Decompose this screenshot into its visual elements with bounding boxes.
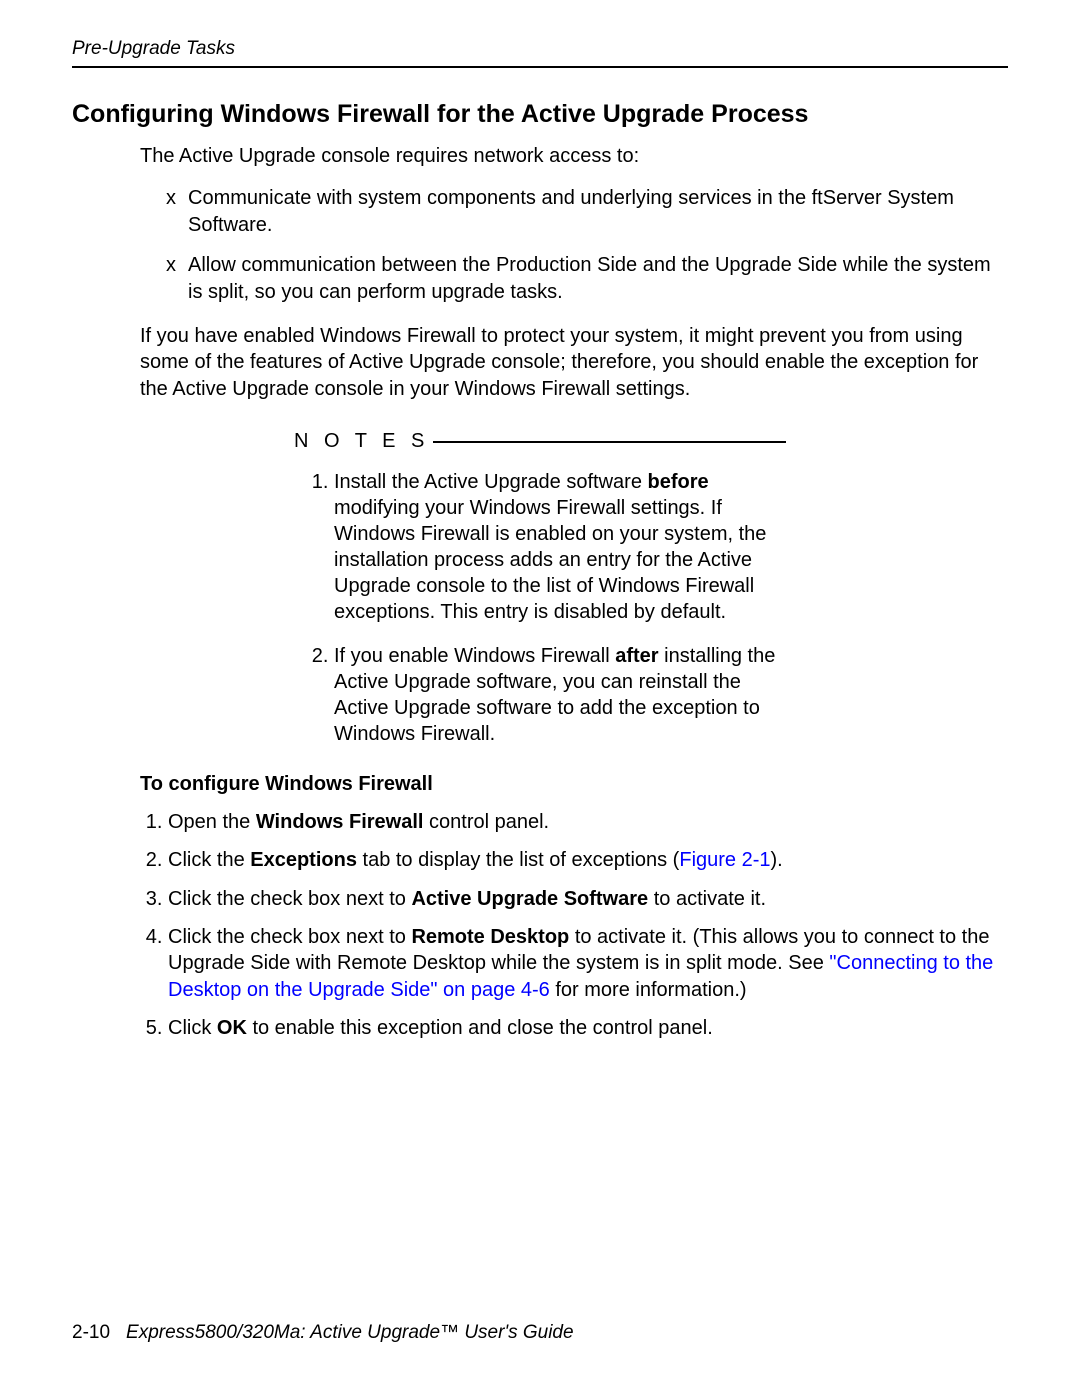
step-item: Open the Windows Firewall control panel. bbox=[168, 809, 1008, 835]
doc-title: Express5800/320Ma: Active Upgrade™ User'… bbox=[126, 1322, 574, 1343]
page-number: 2-10 bbox=[72, 1322, 110, 1343]
step-text: Click the check box next to bbox=[168, 888, 411, 910]
step-bold: Active Upgrade Software bbox=[411, 888, 648, 910]
step-text: Open the bbox=[168, 811, 256, 833]
step-text: control panel. bbox=[423, 811, 549, 833]
note-text: If you enable Windows Firewall bbox=[334, 645, 615, 667]
step-bold: Remote Desktop bbox=[411, 926, 569, 948]
firewall-paragraph: If you have enabled Windows Firewall to … bbox=[140, 323, 1008, 402]
notes-list: Install the Active Upgrade software befo… bbox=[298, 469, 786, 747]
intro-text: The Active Upgrade console requires netw… bbox=[140, 143, 1008, 169]
note-text: modifying your Windows Firewall settings… bbox=[334, 497, 766, 623]
step-text: to activate it. bbox=[648, 888, 766, 910]
notes-label: N O T E S bbox=[294, 428, 433, 454]
bullet-text: Allow communication between the Producti… bbox=[188, 254, 991, 302]
step-item: Click OK to enable this exception and cl… bbox=[168, 1015, 1008, 1041]
step-item: Click the check box next to Remote Deskt… bbox=[168, 924, 1008, 1003]
bullet-text: Communicate with system components and u… bbox=[188, 187, 954, 235]
notes-header: N O T E S bbox=[294, 428, 786, 454]
bullet-item: x Communicate with system components and… bbox=[166, 185, 1008, 238]
section-heading: Configuring Windows Firewall for the Act… bbox=[72, 100, 1008, 129]
figure-link[interactable]: Figure 2-1 bbox=[679, 849, 770, 871]
step-text: Click the bbox=[168, 849, 250, 871]
step-text: for more information.) bbox=[550, 979, 747, 1001]
note-bold: after bbox=[615, 645, 658, 667]
steps-list: Open the Windows Firewall control panel.… bbox=[140, 809, 1008, 1042]
bullet-icon: x bbox=[166, 252, 176, 278]
step-bold: Windows Firewall bbox=[256, 811, 424, 833]
note-text: Install the Active Upgrade software bbox=[334, 471, 648, 493]
step-item: Click the check box next to Active Upgra… bbox=[168, 886, 1008, 912]
running-head: Pre-Upgrade Tasks bbox=[72, 38, 1008, 68]
page: Pre-Upgrade Tasks Configuring Windows Fi… bbox=[0, 0, 1080, 1388]
step-item: Click the Exceptions tab to display the … bbox=[168, 847, 1008, 873]
note-bold: before bbox=[648, 471, 709, 493]
page-footer: 2-10 Express5800/320Ma: Active Upgrade™ U… bbox=[72, 1322, 574, 1344]
step-text: Click the check box next to bbox=[168, 926, 411, 948]
bullet-list: x Communicate with system components and… bbox=[166, 185, 1008, 305]
step-text: ). bbox=[771, 849, 783, 871]
step-bold: Exceptions bbox=[250, 849, 357, 871]
step-text: to enable this exception and close the c… bbox=[247, 1017, 713, 1039]
body-content: The Active Upgrade console requires netw… bbox=[140, 143, 1008, 1042]
bullet-item: x Allow communication between the Produc… bbox=[166, 252, 1008, 305]
procedure-heading: To configure Windows Firewall bbox=[140, 771, 1008, 797]
step-text: tab to display the list of exceptions ( bbox=[357, 849, 679, 871]
bullet-icon: x bbox=[166, 185, 176, 211]
note-item: Install the Active Upgrade software befo… bbox=[334, 469, 786, 625]
step-text: Click bbox=[168, 1017, 217, 1039]
step-bold: OK bbox=[217, 1017, 247, 1039]
notes-rule-icon bbox=[433, 441, 786, 443]
note-item: If you enable Windows Firewall after ins… bbox=[334, 643, 786, 747]
notes-block: N O T E S Install the Active Upgrade sof… bbox=[294, 428, 786, 746]
